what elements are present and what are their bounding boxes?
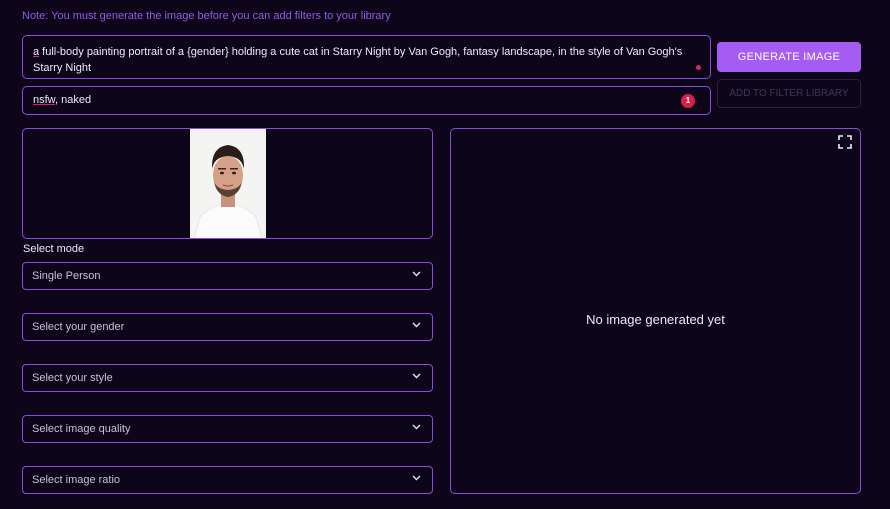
mode-select[interactable]: Single Person: [22, 262, 433, 290]
add-to-filter-library-button[interactable]: ADD TO FILTER LIBRARY: [717, 79, 861, 108]
fullscreen-icon[interactable]: [838, 135, 852, 149]
chevron-down-icon: [412, 271, 421, 277]
prompt-text: full-body painting portrait of a {gender…: [33, 46, 683, 74]
chevron-down-icon: [412, 373, 421, 379]
empty-state-text: No image generated yet: [586, 312, 725, 327]
prompt-input[interactable]: a full-body painting portrait of a {gend…: [22, 35, 711, 79]
select-mode-label: Select mode: [23, 243, 85, 255]
style-select[interactable]: Select your style: [22, 364, 433, 392]
chevron-down-icon: [412, 424, 421, 430]
uploaded-photo-panel[interactable]: [22, 128, 433, 239]
error-count-badge: 1: [681, 94, 695, 108]
quality-select-value: Select image quality: [32, 423, 131, 435]
style-select-value: Select your style: [32, 372, 113, 384]
note-text: Note: You must generate the image before…: [22, 10, 391, 22]
uploaded-photo: [190, 129, 266, 238]
spellcheck-dot: [696, 65, 701, 70]
mode-select-value: Single Person: [32, 270, 101, 282]
chevron-down-icon: [412, 475, 421, 481]
ratio-select-value: Select image ratio: [32, 474, 121, 486]
gender-select[interactable]: Select your gender: [22, 313, 433, 341]
quality-select[interactable]: Select image quality: [22, 415, 433, 443]
gender-select-value: Select your gender: [32, 321, 125, 333]
negative-prompt-input[interactable]: nsfw, naked 1: [22, 86, 711, 115]
negative-prompt-text: , naked: [55, 94, 92, 106]
chevron-down-icon: [412, 322, 421, 328]
generate-image-button[interactable]: GENERATE IMAGE: [717, 42, 861, 72]
output-image-panel: No image generated yet: [450, 128, 861, 494]
ratio-select[interactable]: Select image ratio: [22, 466, 433, 494]
negative-prompt-first-word: nsfw: [33, 94, 56, 106]
